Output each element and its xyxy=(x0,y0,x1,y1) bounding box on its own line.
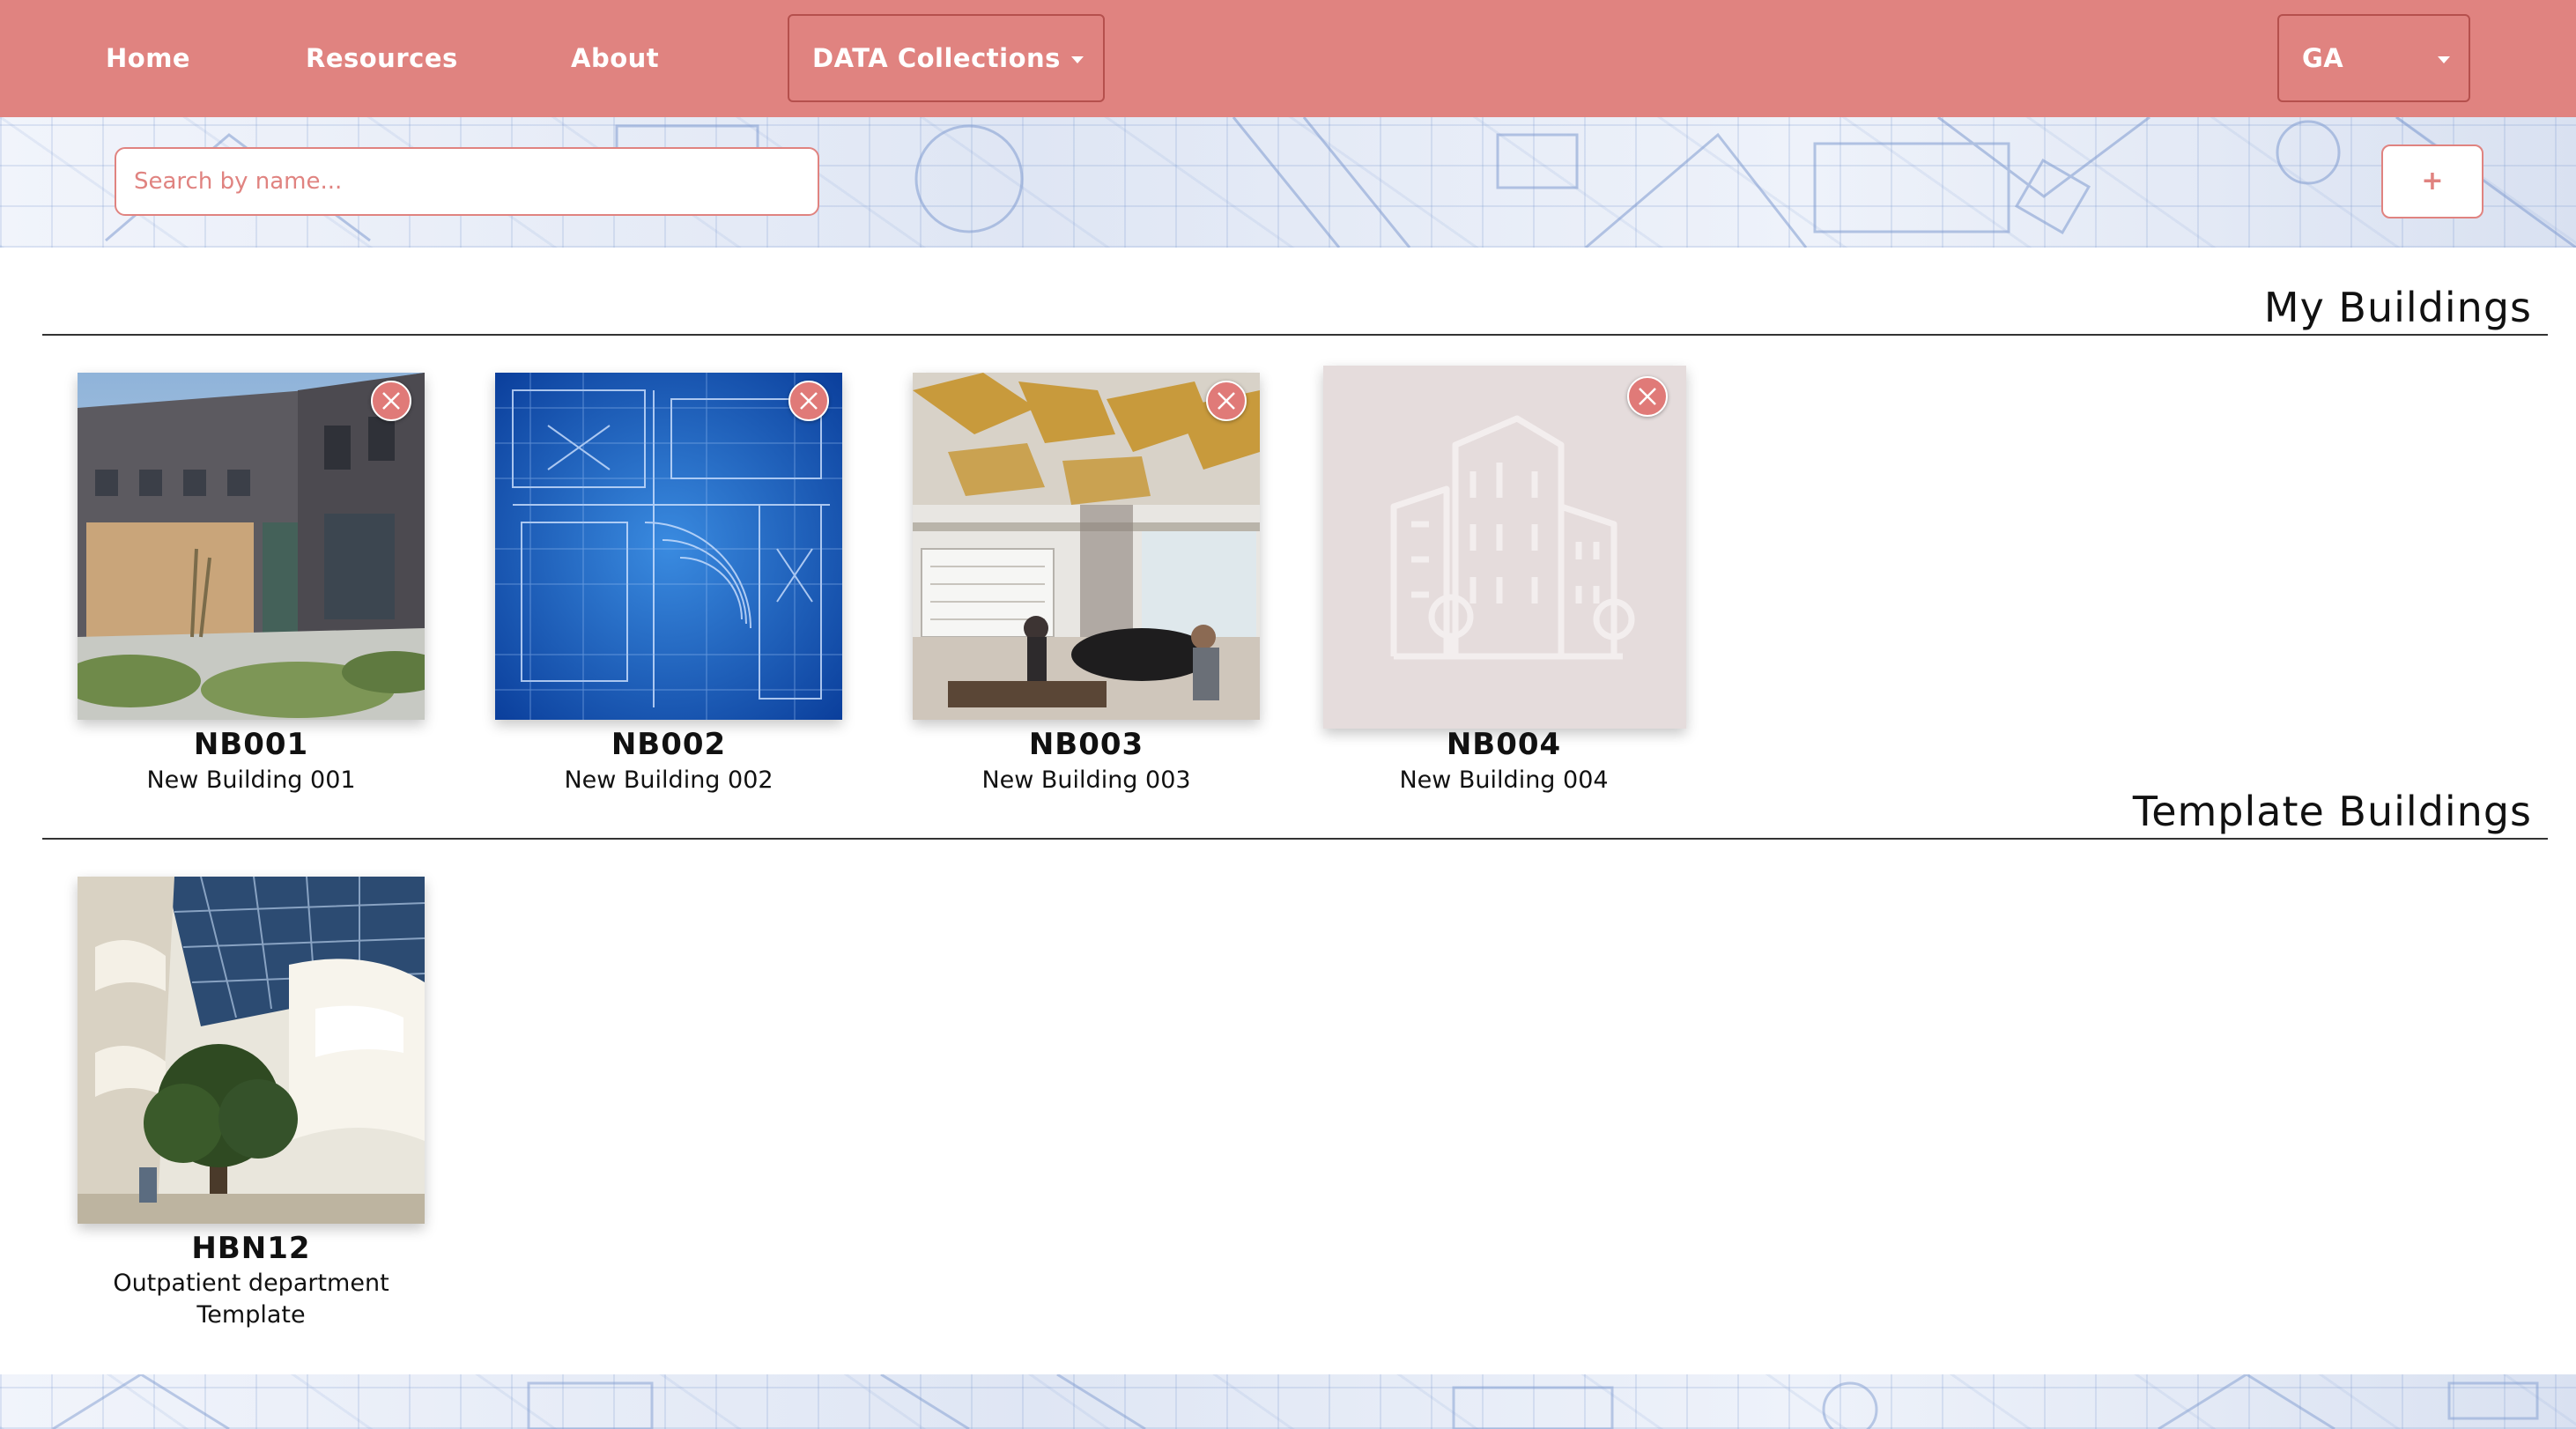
caret-down-icon xyxy=(1071,56,1084,63)
building-code: NB001 xyxy=(193,727,309,762)
building-code: HBN12 xyxy=(191,1231,311,1266)
atrium-photo[interactable] xyxy=(78,877,425,1224)
building-name: New Building 001 xyxy=(146,766,356,794)
building-name: New Building 004 xyxy=(1399,766,1609,794)
data-collections-label: DATA Collections xyxy=(812,43,1061,73)
building-placeholder-icon[interactable] xyxy=(1323,366,1686,729)
add-building-button[interactable]: + xyxy=(2381,144,2483,218)
delete-button[interactable] xyxy=(1627,376,1668,417)
plus-icon: + xyxy=(2421,166,2444,196)
close-icon xyxy=(800,392,818,410)
data-collections-dropdown[interactable]: DATA Collections xyxy=(788,14,1105,102)
delete-button[interactable] xyxy=(1206,381,1247,421)
building-code: NB002 xyxy=(611,727,727,762)
section-title-template-buildings: Template Buildings xyxy=(2132,788,2532,835)
nav-about[interactable]: About xyxy=(571,0,659,117)
blueprint-photo[interactable] xyxy=(495,373,842,720)
top-navbar: Home Resources About DATA Collections GA xyxy=(0,0,2576,117)
building-name: New Building 003 xyxy=(981,766,1191,794)
search-input[interactable] xyxy=(115,147,819,216)
building-name-line2: Template xyxy=(196,1301,306,1329)
nav-home[interactable]: Home xyxy=(106,0,190,117)
building-name-line1: Outpatient department xyxy=(113,1270,389,1297)
caret-down-icon xyxy=(2438,56,2450,63)
delete-button[interactable] xyxy=(788,381,829,421)
blueprint-decoration xyxy=(52,1374,2539,1429)
delete-button[interactable] xyxy=(371,381,411,421)
music-room-photo[interactable] xyxy=(913,373,1260,720)
blueprint-banner-bottom xyxy=(0,1374,2576,1429)
close-icon xyxy=(1218,392,1235,410)
building-exterior-photo[interactable] xyxy=(78,373,425,720)
section-divider xyxy=(42,838,2548,840)
user-menu-dropdown[interactable]: GA xyxy=(2277,14,2470,102)
building-code: NB004 xyxy=(1446,727,1562,762)
close-icon xyxy=(1639,388,1656,405)
building-name: New Building 002 xyxy=(564,766,774,794)
section-divider xyxy=(42,334,2548,336)
user-label: GA xyxy=(2302,43,2344,73)
building-code: NB003 xyxy=(1028,727,1144,762)
section-title-my-buildings: My Buildings xyxy=(2263,284,2532,331)
close-icon xyxy=(382,392,400,410)
nav-resources[interactable]: Resources xyxy=(306,0,458,117)
